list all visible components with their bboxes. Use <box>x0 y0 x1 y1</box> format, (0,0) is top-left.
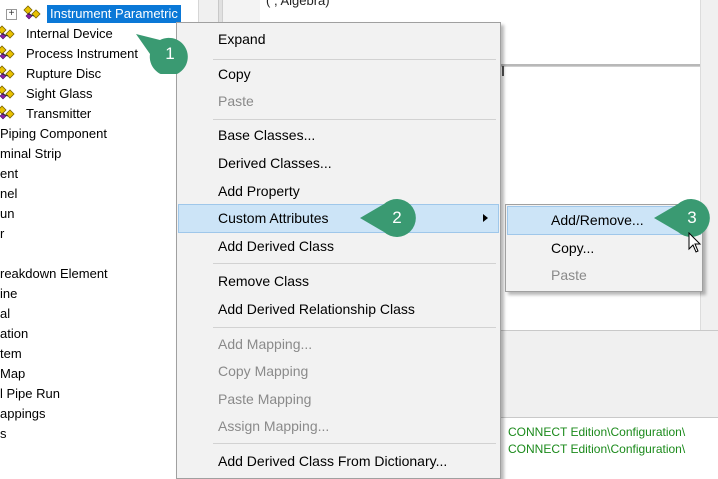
menu-item-copy-mapping[interactable]: Copy Mapping <box>179 358 498 385</box>
menu-item-add-derived-relationship-class[interactable]: Add Derived Relationship Class <box>179 296 498 323</box>
output-line: CONNECT Edition\Configuration\ <box>508 442 686 456</box>
class-icon <box>0 105 18 123</box>
menu-item-custom-attributes[interactable]: Custom Attributes <box>178 204 499 233</box>
tree-node[interactable]: al <box>0 304 10 324</box>
class-icon <box>22 5 44 23</box>
menu-separator <box>213 119 496 120</box>
top-pane-text: ( , Algebra) <box>266 0 330 8</box>
output-line: CONNECT Edition\Configuration\ <box>508 425 686 439</box>
menu-item-paste-mapping[interactable]: Paste Mapping <box>179 386 498 413</box>
context-menu: Expand Copy Paste Base Classes... Derive… <box>176 22 501 479</box>
tree-node[interactable]: Map <box>0 364 25 384</box>
tree-node[interactable]: tem <box>0 344 22 364</box>
menu-item-add-derived-class[interactable]: Add Derived Class <box>179 233 498 260</box>
tree-node[interactable]: minal Strip <box>0 144 61 164</box>
submenu-arrow-icon <box>483 214 488 222</box>
menu-item-label: Custom Attributes <box>218 210 329 226</box>
tree-node[interactable]: l Pipe Run <box>0 384 60 404</box>
callout-1: 1 <box>136 34 190 74</box>
tree-node-label: Internal Device <box>26 26 113 41</box>
tree-node-label: Transmitter <box>26 106 92 121</box>
top-pane: ( , Algebra) <box>260 0 718 12</box>
menu-item-copy-attributes[interactable]: Copy... <box>508 235 700 262</box>
tree-node[interactable]: appings <box>0 404 46 424</box>
tree-node-label: Sight Glass <box>26 86 93 101</box>
menu-separator <box>213 443 496 444</box>
tree-node-label[interactable]: Instrument Parametric <box>47 5 181 23</box>
tree-node[interactable]: ation <box>0 324 28 344</box>
expand-toggle-icon[interactable]: + <box>6 9 17 20</box>
tree-node[interactable]: ine <box>0 284 17 304</box>
callout-number: 2 <box>392 208 402 227</box>
class-icon <box>0 85 18 103</box>
callout-number: 1 <box>165 44 175 63</box>
menu-item-add-derived-class-from-dictionary[interactable]: Add Derived Class From Dictionary... <box>179 448 498 475</box>
menu-item-remove-class[interactable]: Remove Class <box>179 268 498 295</box>
list-bracket <box>502 66 510 76</box>
class-icon <box>0 65 18 83</box>
menu-item-add-mapping[interactable]: Add Mapping... <box>179 331 498 358</box>
mouse-cursor-icon <box>688 231 702 254</box>
tree-node[interactable]: s <box>0 424 7 444</box>
menu-item-copy[interactable]: Copy <box>179 61 498 88</box>
menu-separator <box>213 327 496 328</box>
tree-node-label: Rupture Disc <box>26 66 102 81</box>
class-icon <box>0 25 18 43</box>
menu-item-assign-mapping[interactable]: Assign Mapping... <box>179 413 498 440</box>
callout-2: 2 <box>360 198 422 238</box>
menu-separator <box>213 263 496 264</box>
menu-item-paste[interactable]: Paste <box>179 88 498 115</box>
tree-node[interactable]: un <box>0 204 14 224</box>
tree-node[interactable]: nel <box>0 184 17 204</box>
menu-item-base-classes[interactable]: Base Classes... <box>179 122 498 149</box>
menu-item-paste-attributes[interactable]: Paste <box>508 262 700 289</box>
callout-3: 3 <box>654 198 718 238</box>
tree-node[interactable]: reakdown Element <box>0 264 108 284</box>
menu-item-derived-classes[interactable]: Derived Classes... <box>179 150 498 177</box>
menu-item-expand[interactable]: Expand <box>179 26 498 53</box>
class-icon <box>0 45 18 63</box>
tree-node[interactable]: Piping Component <box>0 124 107 144</box>
menu-item-add-property[interactable]: Add Property <box>179 178 498 205</box>
menu-separator <box>213 59 496 60</box>
tree-node[interactable]: r <box>0 224 4 244</box>
tree-node-label: Process Instrument <box>26 46 138 61</box>
tree-node[interactable]: ent <box>0 164 18 184</box>
